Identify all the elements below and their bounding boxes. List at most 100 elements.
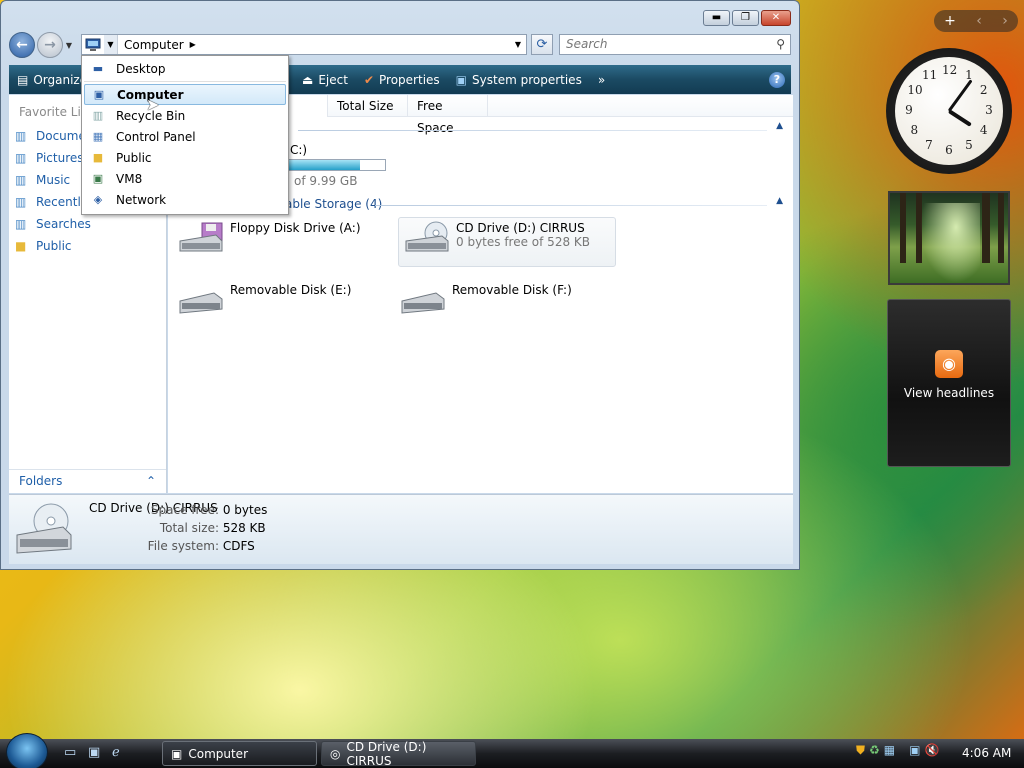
details-row-total-size: Total size: 528 KB — [159, 521, 266, 535]
clock-numeral: 12 — [942, 63, 958, 77]
refresh-button[interactable]: ⟳ — [531, 34, 553, 55]
eject-button[interactable]: ⏏ Eject — [294, 73, 356, 87]
folders-toggle[interactable]: Folders ⌃ — [9, 469, 166, 493]
public-folder-icon: ■ — [92, 151, 104, 164]
search-icon[interactable]: ⚲ — [776, 37, 785, 51]
properties-icon: ✔ — [363, 72, 375, 87]
clock-numeral: 3 — [985, 103, 993, 117]
more-commands-button[interactable]: » — [590, 73, 613, 87]
documents-icon: ▥ — [15, 129, 27, 143]
clock-hour-hand — [947, 109, 972, 127]
close-button[interactable]: ✕ — [761, 10, 791, 26]
taskbar: ▭ ▣ ℯ ▣ Computer ◎ CD Drive (D:) CIRRUS ⛊ … — [0, 733, 1024, 768]
forward-button[interactable]: → — [37, 32, 63, 58]
show-desktop-icon[interactable]: ▭ — [64, 745, 82, 761]
search-input[interactable]: Search ⚲ — [559, 34, 791, 55]
floppy-drive-icon — [179, 222, 223, 252]
device-cd-d[interactable]: CD Drive (D:) CIRRUS 0 bytes free of 528 … — [398, 217, 616, 267]
details-pane: CD Drive (D:) CIRRUS Space free: 0 bytes… — [9, 494, 793, 564]
favorite-public[interactable]: ■ Public — [9, 235, 166, 257]
organize-icon: ▤ — [17, 72, 29, 87]
address-menu-dropdown[interactable]: ▼ — [104, 35, 118, 54]
address-bar[interactable]: ▼ Computer ▶ ▼ — [81, 34, 527, 55]
next-icon[interactable]: › — [1002, 13, 1008, 29]
system-properties-icon: ▣ — [455, 72, 468, 87]
title-bar[interactable]: ▬ ❐ ✕ — [1, 1, 799, 35]
clock-minute-hand — [947, 79, 973, 112]
add-gadget-icon[interactable]: + — [944, 13, 956, 29]
start-button[interactable] — [6, 733, 48, 768]
network-status-icon[interactable]: ▦ — [884, 743, 895, 758]
details-row-file-system: File system: CDFS — [147, 539, 255, 553]
help-icon[interactable]: ? — [769, 71, 785, 88]
removable-disk-icon — [401, 292, 445, 314]
music-icon: ▥ — [15, 173, 27, 187]
chevron-up-icon: ⌃ — [145, 474, 156, 488]
favorite-label: Pictures — [36, 151, 84, 165]
breadcrumb-computer[interactable]: Computer — [118, 38, 184, 52]
eject-label: Eject — [318, 72, 348, 87]
rss-icon: ◉ — [935, 350, 963, 378]
address-history-dropdown[interactable]: ▼ — [510, 40, 526, 49]
notification-area: ⛊ ♻ ▦ ▣ 🔇 — [856, 743, 939, 758]
menu-item-vm8[interactable]: ▣ VM8 — [84, 168, 286, 189]
view-headlines-label: View headlines — [903, 386, 995, 400]
back-button[interactable]: ← — [9, 32, 35, 58]
hard-disk-free: of 9.99 GB — [294, 174, 358, 188]
network-tray-icon[interactable]: ▣ — [909, 743, 920, 758]
switch-windows-icon[interactable]: ▣ — [88, 745, 106, 761]
searches-icon: ▥ — [15, 217, 27, 231]
menu-item-computer[interactable]: ▣ Computer — [84, 84, 286, 105]
column-header-free-space[interactable]: Free Space — [408, 94, 488, 135]
device-removable-e[interactable]: Removable Disk (E:) — [176, 283, 386, 319]
system-properties-label: System properties — [472, 72, 582, 87]
menu-item-control-panel[interactable]: ▦ Control Panel — [84, 126, 286, 147]
internet-explorer-icon[interactable]: ℯ — [112, 745, 130, 761]
sync-icon[interactable]: ♻ — [869, 743, 880, 758]
hard-disk-label: C:) — [290, 143, 308, 157]
menu-item-desktop[interactable]: ▬ Desktop — [84, 58, 286, 79]
clock-numeral: 8 — [910, 123, 919, 137]
computer-icon: ▣ — [171, 746, 183, 761]
properties-button[interactable]: ✔ Properties — [356, 73, 448, 87]
chevron-up-icon: ▲ — [776, 196, 783, 206]
device-name: Removable Disk (F:) — [452, 283, 572, 297]
device-removable-f[interactable]: Removable Disk (F:) — [398, 283, 608, 319]
folders-label: Folders — [19, 474, 63, 488]
favorite-searches[interactable]: ▥ Searches — [9, 213, 166, 235]
pictures-icon: ▥ — [15, 151, 27, 165]
slideshow-gadget[interactable] — [888, 191, 1010, 285]
feed-headlines-gadget[interactable]: ◉ View headlines — [887, 299, 1011, 467]
menu-item-recycle-bin[interactable]: ▥ Recycle Bin — [84, 105, 286, 126]
system-properties-button[interactable]: ▣ System properties — [448, 73, 590, 87]
clock-gadget[interactable]: 12 1 2 3 4 5 6 7 8 9 10 11 — [886, 48, 1012, 174]
clock-numeral: 11 — [922, 68, 938, 83]
column-header-total-size[interactable]: Total Size — [328, 94, 408, 117]
security-shield-icon[interactable]: ⛊ — [856, 743, 865, 758]
device-floppy-a[interactable]: Floppy Disk Drive (A:) — [176, 221, 386, 263]
recently-changed-icon: ▥ — [15, 195, 27, 209]
favorite-label: Public — [36, 239, 72, 253]
taskbar-clock[interactable]: 4:06 AM — [962, 746, 1011, 760]
taskbar-button-computer[interactable]: ▣ Computer — [162, 741, 317, 766]
cd-drive-icon — [16, 503, 72, 554]
clock-numeral: 9 — [905, 103, 913, 117]
minimize-button[interactable]: ▬ — [703, 10, 730, 26]
mouse-pointer-icon: ➤ — [146, 95, 160, 114]
menu-item-network[interactable]: ◈ Network — [84, 189, 286, 210]
clock-numeral: 6 — [945, 143, 953, 157]
maximize-button[interactable]: ❐ — [732, 10, 759, 26]
recycle-bin-icon: ▥ — [92, 109, 104, 122]
recent-pages-dropdown[interactable]: ▼ — [63, 41, 75, 50]
volume-muted-icon[interactable]: 🔇 — [924, 743, 939, 758]
breadcrumb-arrow-icon[interactable]: ▶ — [190, 40, 196, 49]
clock-numeral: 5 — [965, 137, 973, 152]
menu-item-public[interactable]: ■ Public — [84, 147, 286, 168]
taskbar-button-cd-drive[interactable]: ◎ CD Drive (D:) CIRRUS — [321, 740, 476, 768]
control-panel-icon: ▦ — [92, 130, 104, 143]
previous-icon[interactable]: ‹ — [976, 13, 982, 29]
cd-drive-icon — [405, 221, 449, 252]
clock-numeral: 7 — [925, 137, 933, 152]
cd-drive-icon: ◎ — [330, 746, 341, 761]
computer-icon — [82, 35, 104, 54]
